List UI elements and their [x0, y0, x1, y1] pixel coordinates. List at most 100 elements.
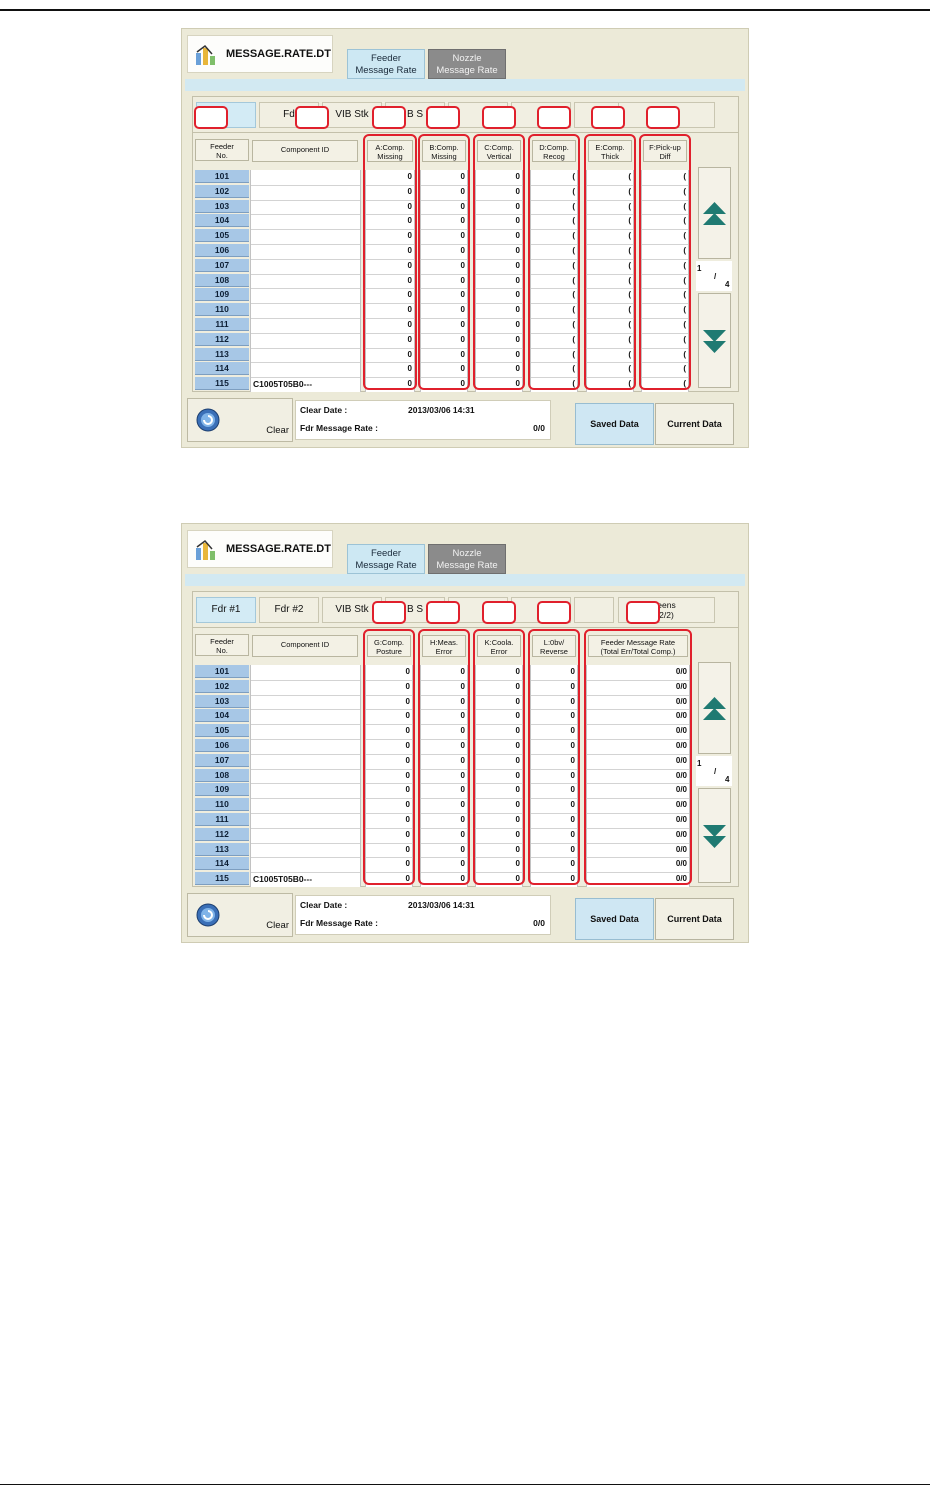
highlight-box-g-comp-posture [363, 629, 415, 885]
feeder-number-cell[interactable]: 110 [195, 798, 249, 812]
tab-feeder-message-rate[interactable]: Feeder Message Rate [347, 49, 425, 79]
feeder-number-cell[interactable]: 109 [195, 288, 249, 302]
highlight-box-c-comp-vertical [473, 134, 525, 390]
scroll-down-button[interactable] [698, 293, 731, 388]
clear-button[interactable]: Clear [187, 893, 293, 937]
subtab-fdr-2[interactable]: Fdr #2 [259, 597, 319, 623]
tab-nozzle-message-rate[interactable]: Nozzle Message Rate [428, 49, 506, 79]
component-id-header[interactable]: Component ID [252, 635, 358, 657]
feeder-number-cell[interactable]: 113 [195, 842, 249, 856]
fdr-message-rate-value: 0/0 [533, 423, 545, 433]
row-divider [251, 783, 360, 785]
highlight-callout [537, 106, 571, 129]
saved-data-button[interactable]: Saved Data [575, 898, 654, 940]
row-divider [251, 332, 360, 334]
tab-feeder-message-rate[interactable]: Feeder Message Rate [347, 544, 425, 574]
feeder-number-cell[interactable]: 105 [195, 229, 249, 243]
feeder-number-cell[interactable]: 108 [195, 768, 249, 782]
clear-icon [196, 408, 220, 432]
highlight-callout [626, 601, 660, 624]
feeder-number-cell[interactable]: 102 [195, 184, 249, 198]
row-divider [251, 724, 360, 726]
scroll-down-button[interactable] [698, 788, 731, 883]
scroll-up-button[interactable] [698, 167, 731, 259]
row-divider [251, 362, 360, 364]
component-id-value: C1005T05B0--- [253, 874, 313, 885]
feeder-number-cell[interactable]: 109 [195, 783, 249, 797]
highlight-box-feeder-message-rate [584, 629, 692, 885]
feeder-number-cell[interactable]: 106 [195, 244, 249, 257]
fdr-message-rate-label: Fdr Message Rate : [300, 918, 378, 928]
double-chevron-down-icon [703, 330, 726, 353]
row-divider [251, 214, 360, 216]
page-current: 1 [697, 264, 702, 273]
feeder-number-cell[interactable]: 108 [195, 273, 249, 287]
feeder-number-cell[interactable]: 107 [195, 753, 249, 767]
clear-date-label: Clear Date : [300, 900, 348, 910]
feeder-no-header: Feeder No. [195, 139, 249, 161]
page-top-rule [0, 9, 930, 11]
highlight-box-a-comp-missing [363, 134, 417, 390]
current-data-button[interactable]: Current Data [655, 403, 734, 445]
row-divider [251, 857, 360, 859]
row-divider [251, 739, 360, 740]
feeder-number-cell[interactable]: 103 [195, 694, 249, 708]
row-divider [251, 273, 360, 275]
feeder-no-header: Feeder No. [195, 634, 249, 656]
feeder-number-cell[interactable]: 114 [195, 857, 249, 871]
feeder-number-cell[interactable]: 101 [195, 665, 249, 678]
page-indicator: 1 / 4 [696, 261, 732, 291]
row-divider [251, 709, 360, 711]
component-id-header[interactable]: Component ID [252, 140, 358, 162]
feeder-number-cell[interactable]: 107 [195, 258, 249, 272]
double-chevron-down-icon [703, 825, 726, 848]
row-divider [251, 303, 360, 305]
row-divider [251, 229, 360, 231]
row-divider [251, 184, 360, 186]
message-rate-screen-page-1: MESSAGE.RATE.DT Feeder Message Rate Nozzle M… [181, 28, 749, 448]
page-indicator: 1 / 4 [696, 756, 732, 786]
saved-data-button[interactable]: Saved Data [575, 403, 654, 445]
feeder-number-cell[interactable]: 111 [195, 318, 249, 331]
feeder-number-cell[interactable]: 101 [195, 170, 249, 183]
feeder-number-cell[interactable]: 111 [195, 813, 249, 826]
feeder-number-cell[interactable]: 104 [195, 214, 249, 228]
row-divider [251, 798, 360, 800]
feeder-number-cell[interactable]: 110 [195, 303, 249, 317]
feeder-number-cell[interactable]: 113 [195, 347, 249, 361]
subtab-fdr-1[interactable]: Fdr #1 [196, 597, 256, 623]
app-title: MESSAGE.RATE.DT [226, 543, 331, 555]
fdr-message-rate-label: Fdr Message Rate : [300, 423, 378, 433]
page-current: 1 [697, 759, 702, 768]
fdr-message-rate-value: 0/0 [533, 918, 545, 928]
feeder-number-cell[interactable]: 103 [195, 199, 249, 213]
tab-underline-band [185, 79, 745, 91]
highlight-callout [426, 106, 460, 129]
feeder-number-cell[interactable]: 102 [195, 679, 249, 693]
clear-button[interactable]: Clear [187, 398, 293, 442]
feeder-number-cell[interactable]: 112 [195, 827, 249, 841]
subtab-blank-3[interactable] [574, 597, 614, 623]
highlight-callout [537, 601, 571, 624]
feeder-number-cell[interactable]: 106 [195, 739, 249, 752]
highlight-box-f-pick-up-diff [639, 134, 691, 390]
clear-date-value: 2013/03/06 14:31 [408, 405, 475, 415]
app-title: MESSAGE.RATE.DT [226, 48, 331, 60]
highlight-box-e-comp-thick [584, 134, 636, 390]
feeder-number-cell[interactable]: 114 [195, 362, 249, 376]
feeder-number-cell[interactable]: 112 [195, 332, 249, 346]
scroll-up-button[interactable] [698, 662, 731, 754]
highlight-callout [194, 106, 228, 129]
app-title-box: MESSAGE.RATE.DT [187, 530, 333, 568]
feeder-number-cell[interactable]: 115 [195, 377, 249, 391]
row-divider [251, 347, 360, 349]
tab-nozzle-message-rate[interactable]: Nozzle Message Rate [428, 544, 506, 574]
component-id-column [250, 665, 361, 887]
feeder-number-cell[interactable]: 105 [195, 724, 249, 738]
double-chevron-up-icon [703, 697, 726, 720]
highlight-callout [426, 601, 460, 624]
current-data-button[interactable]: Current Data [655, 898, 734, 940]
row-divider [251, 694, 360, 696]
feeder-number-cell[interactable]: 104 [195, 709, 249, 723]
feeder-number-cell[interactable]: 115 [195, 872, 249, 886]
